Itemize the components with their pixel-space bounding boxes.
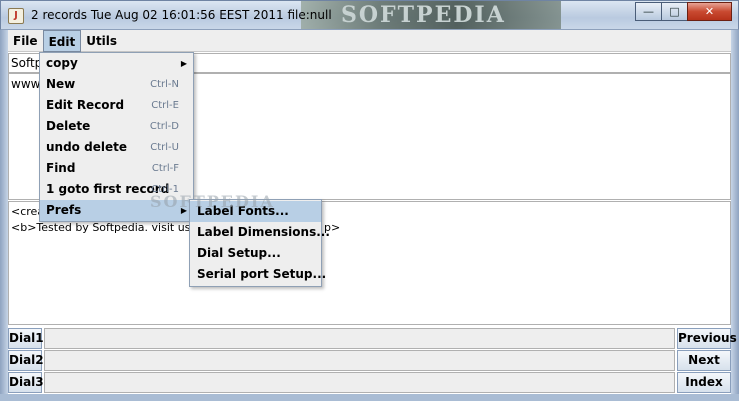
title-watermark: SOFTPEDIA <box>301 1 561 29</box>
prefs-submenu: Label Fonts... Label Dimensions... Dial … <box>189 199 330 287</box>
menu-item-shortcut: Ctrl-N <box>150 79 179 90</box>
dial1-button[interactable]: Dial1 <box>8 328 44 349</box>
menu-item-shortcut: Ctrl-F <box>151 163 179 174</box>
menu-item-label-dimensions[interactable]: Label Dimensions... <box>190 222 330 243</box>
title-bar[interactable]: SOFTPEDIA J 2 records Tue Aug 02 16:01:5… <box>0 0 739 30</box>
menu-item-copy[interactable]: copy ▶ <box>40 53 193 74</box>
menu-item-label: undo delete <box>46 140 127 154</box>
menu-item-undo-delete[interactable]: undo delete Ctrl-U <box>40 137 193 158</box>
menu-item-find[interactable]: Find Ctrl-F <box>40 158 193 179</box>
menu-item-delete[interactable]: Delete Ctrl-D <box>40 116 193 137</box>
menu-item-edit-record[interactable]: Edit Record Ctrl-E <box>40 95 193 116</box>
menu-item-dial-setup[interactable]: Dial Setup... <box>190 243 321 264</box>
menu-item-new[interactable]: New Ctrl-N <box>40 74 193 95</box>
window-frame-left <box>0 30 8 401</box>
java-app-icon: J <box>8 8 24 24</box>
menu-item-label: copy <box>46 56 78 70</box>
window-title: 2 records Tue Aug 02 16:01:56 EEST 2011 … <box>31 8 332 22</box>
menu-item-label: Edit Record <box>46 98 125 112</box>
softpedia-watermark: SOFTPEDIA <box>150 192 275 211</box>
menu-utils[interactable]: Utils <box>81 30 122 52</box>
window-controls: — □ ✕ <box>635 2 732 21</box>
dial3-field[interactable] <box>44 372 675 393</box>
dial2-field[interactable] <box>44 350 675 371</box>
index-button[interactable]: Index <box>677 372 731 393</box>
menu-bar: File Edit Utils <box>8 30 731 52</box>
dial1-field[interactable] <box>44 328 675 349</box>
dial2-button[interactable]: Dial2 <box>8 350 44 371</box>
dial-row-2: Dial2 Next <box>8 350 731 371</box>
window-frame-right <box>731 30 739 401</box>
menu-edit[interactable]: Edit <box>42 30 82 52</box>
maximize-button[interactable]: □ <box>661 2 688 21</box>
close-button[interactable]: ✕ <box>687 2 732 21</box>
window-frame-bottom <box>0 394 739 401</box>
minimize-button[interactable]: — <box>635 2 662 21</box>
menu-item-shortcut: Ctrl-U <box>150 142 179 153</box>
menu-item-shortcut: Ctrl-D <box>149 121 179 132</box>
submenu-arrow-icon: ▶ <box>180 59 187 68</box>
menu-item-serial-port-setup[interactable]: Serial port Setup... <box>190 264 326 285</box>
html-line-2-text: <b>Tested by Softpedia. visit us <box>11 221 191 234</box>
next-button[interactable]: Next <box>677 350 731 371</box>
menu-item-label: Find <box>46 161 76 175</box>
previous-button[interactable]: Previous <box>677 328 737 349</box>
menu-item-label: Delete <box>46 119 91 133</box>
menu-item-label: Prefs <box>46 203 82 217</box>
menu-item-label: New <box>46 77 76 91</box>
html-line-2: <b>Tested by Softpedia. visit us p> <box>11 220 728 236</box>
menu-item-shortcut: Ctrl-E <box>151 100 179 111</box>
dial3-button[interactable]: Dial3 <box>8 372 44 393</box>
menu-file[interactable]: File <box>8 30 43 52</box>
dial-row-1: Dial1 Previous <box>8 328 737 349</box>
dial-row-3: Dial3 Index <box>8 372 731 393</box>
